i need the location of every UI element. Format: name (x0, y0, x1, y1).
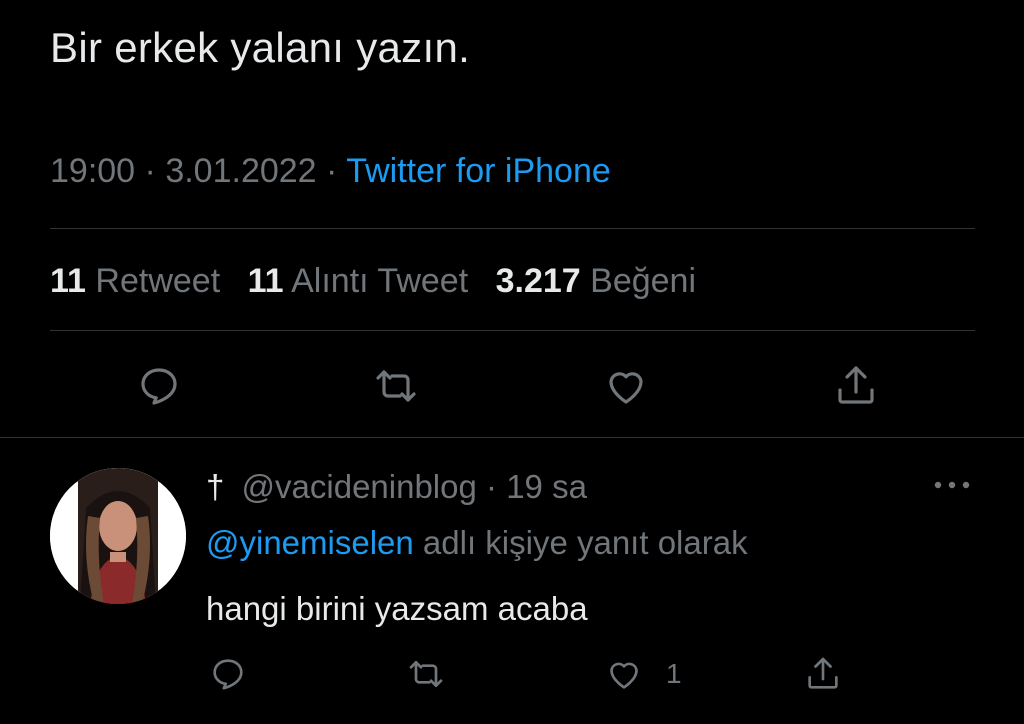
quotes-count: 11 (247, 262, 284, 300)
share-icon (838, 366, 874, 404)
tweet-action-bar (0, 358, 1024, 414)
reply-name[interactable]: † (206, 468, 224, 505)
quotes-label: Alıntı Tweet (291, 262, 469, 300)
quotes-stat[interactable]: 11 Alıntı Tweet (248, 262, 478, 300)
more-button[interactable] (930, 470, 974, 500)
reply-button[interactable] (131, 358, 187, 414)
likes-count: 3.217 (495, 262, 581, 300)
likes-label: Beğeni (590, 262, 697, 300)
divider (0, 437, 1024, 438)
reply-mention[interactable]: @yinemiselen (206, 524, 414, 561)
reply-icon (213, 659, 243, 690)
share-icon (808, 657, 838, 689)
reply-retweet-button[interactable] (406, 650, 446, 698)
divider (50, 228, 975, 229)
avatar-photo (50, 468, 186, 604)
reply-handle[interactable]: @vacideninblog (242, 468, 477, 505)
reply-icon (141, 368, 177, 405)
meta-separator: · (326, 152, 338, 190)
share-button[interactable] (828, 358, 884, 414)
retweets-stat[interactable]: 11 Retweet (50, 262, 230, 300)
reply-text: hangi birini yazsam acaba (206, 590, 588, 627)
tweet-meta: 19:00 · 3.01.2022 · Twitter for iPhone (50, 152, 611, 191)
tweet-text: Bir erkek yalanı yazın. (50, 24, 471, 71)
reply-like-count: 1 (666, 658, 682, 689)
meta-separator: · (144, 152, 156, 190)
reply-reply-button[interactable] (208, 650, 248, 698)
reply-header: † @vacideninblog · 19 sa (206, 468, 587, 506)
retweet-icon (376, 370, 416, 402)
reply-share-button[interactable] (803, 650, 843, 698)
reply-time[interactable]: 19 sa (506, 468, 587, 505)
retweets-count: 11 (50, 262, 86, 300)
more-icon (934, 481, 970, 489)
reply-like-button[interactable]: 1 (604, 650, 682, 698)
avatar[interactable] (50, 468, 186, 604)
likes-stat[interactable]: 3.217 Beğeni (496, 262, 696, 300)
tweet-stats: 11 Retweet 11 Alıntı Tweet 3.217 Beğeni (50, 262, 714, 301)
reply-to-line: @yinemiselen adlı kişiye yanıt olarak (206, 524, 748, 562)
like-button[interactable] (598, 358, 654, 414)
reply-to-suffix: adlı kişiye yanıt olarak (422, 524, 748, 561)
tweet-date[interactable]: 3.01.2022 (165, 152, 316, 190)
tweet-time[interactable]: 19:00 (50, 152, 135, 190)
retweet-icon (409, 661, 443, 687)
reply-separator: · (486, 468, 498, 505)
retweets-label: Retweet (95, 262, 221, 300)
divider (50, 330, 975, 331)
heart-icon (610, 662, 638, 689)
retweet-button[interactable] (368, 358, 424, 414)
tweet-source[interactable]: Twitter for iPhone (346, 152, 611, 190)
heart-icon (609, 372, 643, 404)
reply-action-bar: 1 (0, 650, 1024, 698)
